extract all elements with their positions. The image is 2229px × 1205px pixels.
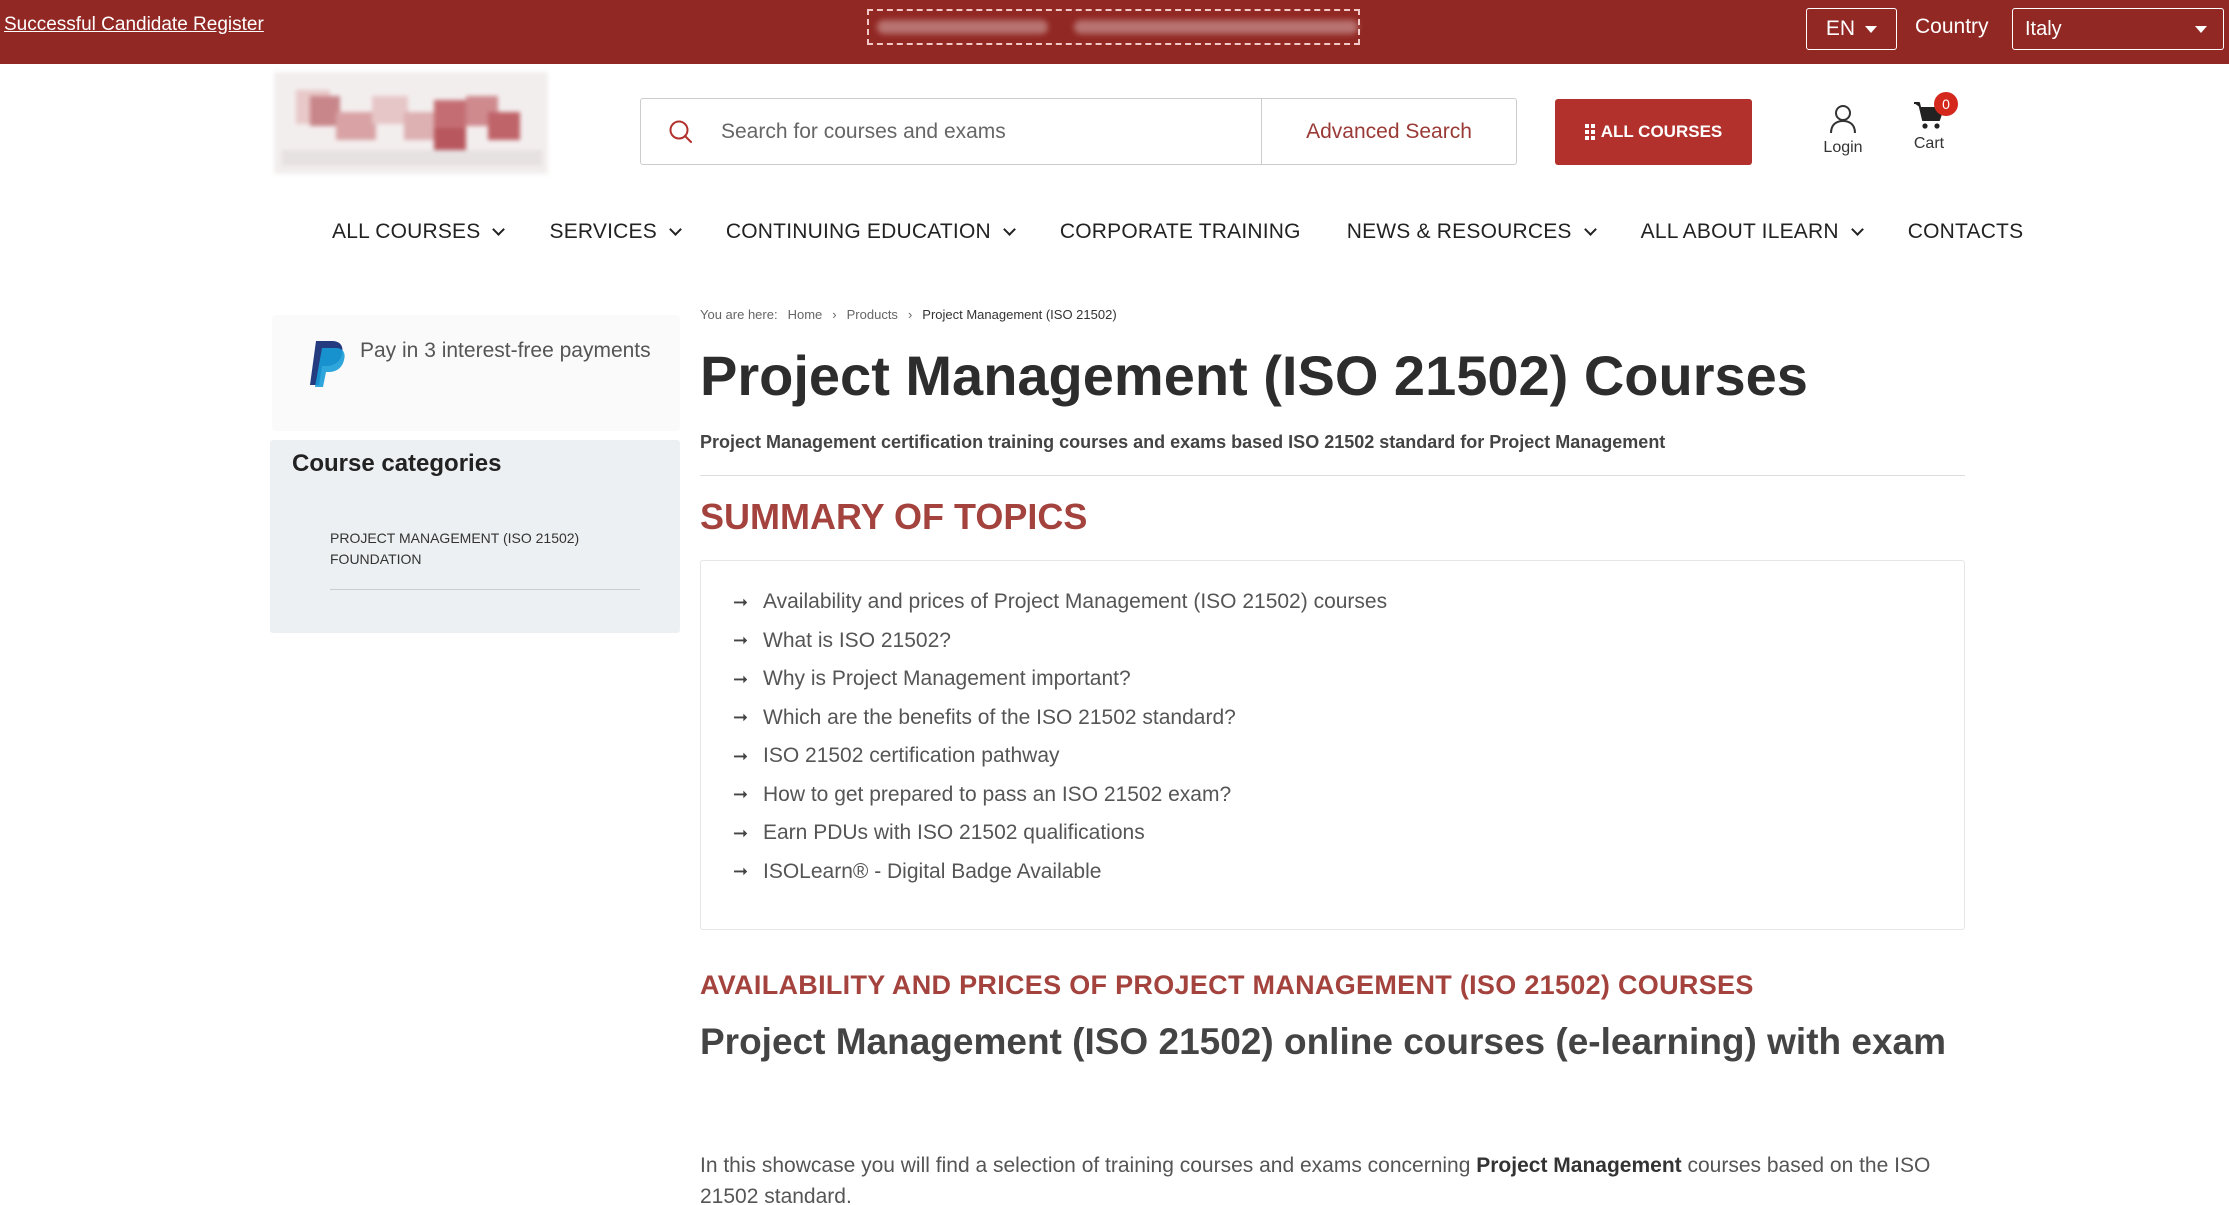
breadcrumb-current: Project Management (ISO 21502) bbox=[922, 307, 1117, 322]
chevron-down-icon bbox=[1850, 223, 1864, 236]
grid-icon bbox=[1584, 124, 1595, 140]
search-icon[interactable] bbox=[641, 99, 721, 164]
topic-link[interactable]: Which are the benefits of the ISO 21502 … bbox=[763, 706, 1236, 730]
page-title: Project Management (ISO 21502) Courses bbox=[700, 344, 1808, 407]
chevron-down-icon bbox=[1583, 223, 1597, 236]
topics-list: ➞ Availability and prices of Project Mana… bbox=[733, 583, 1387, 891]
chevron-down-icon bbox=[669, 223, 682, 236]
paypal-icon bbox=[310, 341, 345, 387]
chevron-down-icon bbox=[492, 223, 506, 236]
cart-count-badge: 0 bbox=[1934, 92, 1958, 116]
topic-item[interactable]: ➞ Which are the benefits of the ISO 21502… bbox=[733, 699, 1387, 738]
showcase-paragraph: In this showcase you will find a selecti… bbox=[700, 1150, 1965, 1205]
topic-link[interactable]: Why is Project Management important? bbox=[763, 667, 1131, 691]
paragraph-text: In this showcase you will find a selecti… bbox=[700, 1154, 1477, 1177]
arrow-right-icon: ➞ bbox=[733, 630, 749, 651]
breadcrumb-separator-icon: › bbox=[907, 307, 913, 322]
nav-item-label: SERVICES bbox=[549, 220, 657, 243]
all-courses-button-label: ALL COURSES bbox=[1600, 122, 1723, 141]
course-categories-panel: Course categories PROJECT MANAGEMENT (IS… bbox=[270, 440, 680, 633]
nav-item-all-courses[interactable]: ALL COURSES bbox=[332, 220, 506, 244]
divider bbox=[700, 475, 1965, 476]
topic-item[interactable]: ➞ Why is Project Management important? bbox=[733, 660, 1387, 699]
topic-link[interactable]: How to get prepared to pass an ISO 21502… bbox=[763, 783, 1231, 807]
caret-down-icon bbox=[1865, 25, 1878, 33]
arrow-right-icon: ➞ bbox=[733, 707, 749, 728]
category-divider bbox=[330, 589, 640, 590]
breadcrumb-home[interactable]: Home bbox=[788, 307, 823, 322]
paypal-text: Pay in 3 interest-free payments bbox=[360, 339, 651, 362]
site-logo[interactable] bbox=[274, 72, 548, 174]
advanced-search-button[interactable]: Advanced Search bbox=[1261, 99, 1516, 164]
nav-item-label: ALL COURSES bbox=[332, 220, 481, 243]
breadcrumb-prefix: You are here: bbox=[700, 307, 778, 322]
cart-button[interactable]: 0 Cart bbox=[1902, 92, 1958, 153]
paragraph-bold-text: Project Management bbox=[1476, 1154, 1682, 1177]
topic-link[interactable]: Availability and prices of Project Manag… bbox=[763, 590, 1387, 614]
nav-item-label: CORPORATE TRAINING bbox=[1059, 220, 1301, 243]
contact-info-redacted[interactable] bbox=[867, 9, 1360, 45]
nav-item-corporate-training[interactable]: CORPORATE TRAINING bbox=[1060, 220, 1301, 244]
course-categories-title: Course categories bbox=[292, 450, 502, 477]
nav-item-label: ALL ABOUT ILEARN bbox=[1640, 220, 1839, 243]
category-item-project-management-foundation[interactable]: PROJECT MANAGEMENT (ISO 21502) FOUNDATIO… bbox=[330, 528, 610, 570]
country-select[interactable]: Italy bbox=[2012, 8, 2224, 50]
caret-down-icon bbox=[2195, 25, 2207, 33]
topic-link[interactable]: ISO 21502 certification pathway bbox=[763, 744, 1060, 768]
redacted-email bbox=[1074, 20, 1358, 34]
nav-item-contacts[interactable]: CONTACTS bbox=[1908, 220, 2024, 244]
arrow-right-icon: ➞ bbox=[733, 861, 749, 882]
topics-list-box: ➞ Availability and prices of Project Mana… bbox=[700, 560, 1965, 930]
nav-item-label: NEWS & RESOURCES bbox=[1346, 220, 1572, 243]
redacted-phone bbox=[877, 20, 1049, 34]
arrow-right-icon: ➞ bbox=[733, 745, 749, 766]
topic-item[interactable]: ➞ ISO 21502 certification pathway bbox=[733, 737, 1387, 776]
search-bar: Advanced Search bbox=[640, 98, 1517, 165]
topic-item[interactable]: ➞ Availability and prices of Project Mana… bbox=[733, 583, 1387, 622]
topic-item[interactable]: ➞ How to get prepared to pass an ISO 2150… bbox=[733, 776, 1387, 815]
topic-link[interactable]: What is ISO 21502? bbox=[763, 629, 951, 653]
cart-label: Cart bbox=[1913, 135, 1945, 152]
page-subtitle: Project Management certification trainin… bbox=[700, 432, 1666, 452]
paypal-installments-banner[interactable]: Pay in 3 interest-free payments bbox=[272, 315, 680, 431]
successful-candidate-register-link[interactable]: Successful Candidate Register bbox=[4, 14, 264, 36]
breadcrumb-products[interactable]: Products bbox=[847, 307, 898, 322]
arrow-right-icon: ➞ bbox=[733, 591, 749, 612]
nav-item-label: CONTACTS bbox=[1907, 220, 2024, 243]
arrow-right-icon: ➞ bbox=[733, 784, 749, 805]
availability-heading: AVAILABILITY AND PRICES OF PROJECT MANAG… bbox=[700, 970, 1754, 1000]
arrow-right-icon: ➞ bbox=[733, 822, 749, 843]
breadcrumb: You are here: Home › Products › Project … bbox=[700, 307, 1117, 322]
nav-item-all-about-ilearn[interactable]: ALL ABOUT ILEARN bbox=[1640, 220, 1864, 244]
main-nav: ALL COURSES SERVICES CONTINUING EDUCATIO… bbox=[332, 220, 2069, 244]
login-label: Login bbox=[1823, 139, 1863, 156]
breadcrumb-separator-icon: › bbox=[832, 307, 837, 322]
chevron-down-icon bbox=[1002, 223, 1016, 236]
nav-item-services[interactable]: SERVICES bbox=[549, 220, 682, 244]
summary-of-topics-title: SUMMARY OF TOPICS bbox=[700, 496, 1088, 537]
country-label: Country bbox=[1915, 15, 1989, 38]
language-selector[interactable]: EN bbox=[1806, 8, 1897, 50]
all-courses-button[interactable]: ALL COURSES bbox=[1555, 99, 1752, 165]
login-button[interactable]: Login bbox=[1818, 104, 1868, 157]
topic-link[interactable]: ISOLearn® - Digital Badge Available bbox=[763, 860, 1101, 884]
top-bar: Successful Candidate Register EN Country… bbox=[0, 0, 2229, 64]
topic-item[interactable]: ➞ Earn PDUs with ISO 21502 qualifications bbox=[733, 814, 1387, 853]
topic-item[interactable]: ➞ What is ISO 21502? bbox=[733, 622, 1387, 661]
topic-item[interactable]: ➞ ISOLearn® - Digital Badge Available bbox=[733, 853, 1387, 892]
nav-item-continuing-education[interactable]: CONTINUING EDUCATION bbox=[725, 220, 1016, 244]
search-input[interactable] bbox=[721, 99, 1261, 164]
country-value: Italy bbox=[2025, 17, 2062, 40]
language-value: EN bbox=[1825, 17, 1856, 40]
nav-item-label: CONTINUING EDUCATION bbox=[725, 220, 991, 243]
nav-item-news-resources[interactable]: NEWS & RESOURCES bbox=[1346, 220, 1597, 244]
topic-link[interactable]: Earn PDUs with ISO 21502 qualifications bbox=[763, 821, 1145, 845]
arrow-right-icon: ➞ bbox=[733, 668, 749, 689]
user-icon bbox=[1830, 105, 1856, 134]
online-courses-heading: Project Management (ISO 21502) online co… bbox=[700, 1021, 1947, 1062]
